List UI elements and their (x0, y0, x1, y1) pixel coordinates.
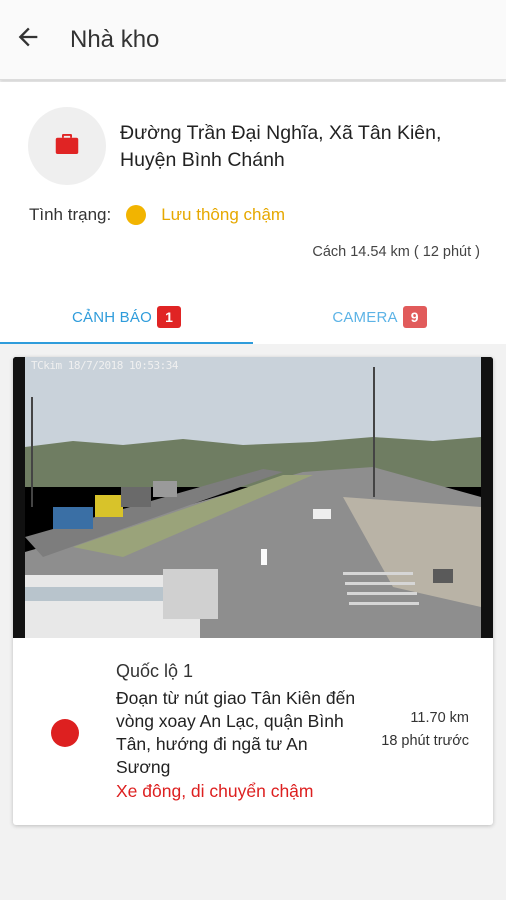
warning-count-badge: 1 (156, 306, 181, 328)
road-segment: Đoạn từ nút giao Tân Kiên đến vòng xoay … (116, 688, 356, 777)
arrow-left-icon (14, 23, 42, 56)
location-address: Đường Trần Đại Nghĩa, Xã Tân Kiên, Huyện… (120, 122, 442, 171)
severity-dot-icon (51, 719, 79, 747)
road-name: Quốc lộ 1 (116, 661, 194, 681)
active-tab-indicator (0, 342, 253, 344)
alert-time-ago: 18 phút trước (381, 733, 469, 749)
tab-bar: CẢNH BÁO 1 CAMERA 9 (0, 290, 506, 344)
app-bar: Nhà kho (0, 0, 506, 80)
briefcase-icon (52, 129, 82, 164)
distance-eta: Cách 14.54 km ( 12 phút ) (312, 244, 480, 260)
camera-count-badge: 9 (402, 306, 427, 328)
alert-card[interactable]: TCkim 18/7/2018 10:53:34 Quốc lộ 1 Đoạn … (13, 357, 493, 825)
tab-camera[interactable]: CAMERA 9 (253, 290, 506, 344)
tab-label: CAMERA (332, 308, 398, 326)
incident-status: Xe đông, di chuyển chậm (116, 781, 314, 801)
warehouse-avatar (28, 107, 106, 185)
camera-timestamp: TCkim 18/7/2018 10:53:34 (31, 359, 178, 372)
status-dot-icon (126, 205, 147, 225)
traffic-status: Tình trạng: Lưu thông chậm (29, 203, 285, 227)
status-label: Tình trạng: (29, 205, 112, 224)
camera-snapshot[interactable]: TCkim 18/7/2018 10:53:34 (13, 357, 493, 638)
page-title: Nhà kho (70, 25, 160, 53)
back-button[interactable] (0, 0, 56, 80)
status-value: Lưu thông chậm (161, 205, 286, 224)
tab-warnings[interactable]: CẢNH BÁO 1 (0, 290, 253, 344)
tab-label: CẢNH BÁO (72, 308, 152, 326)
alert-distance: 11.70 km (410, 710, 469, 726)
